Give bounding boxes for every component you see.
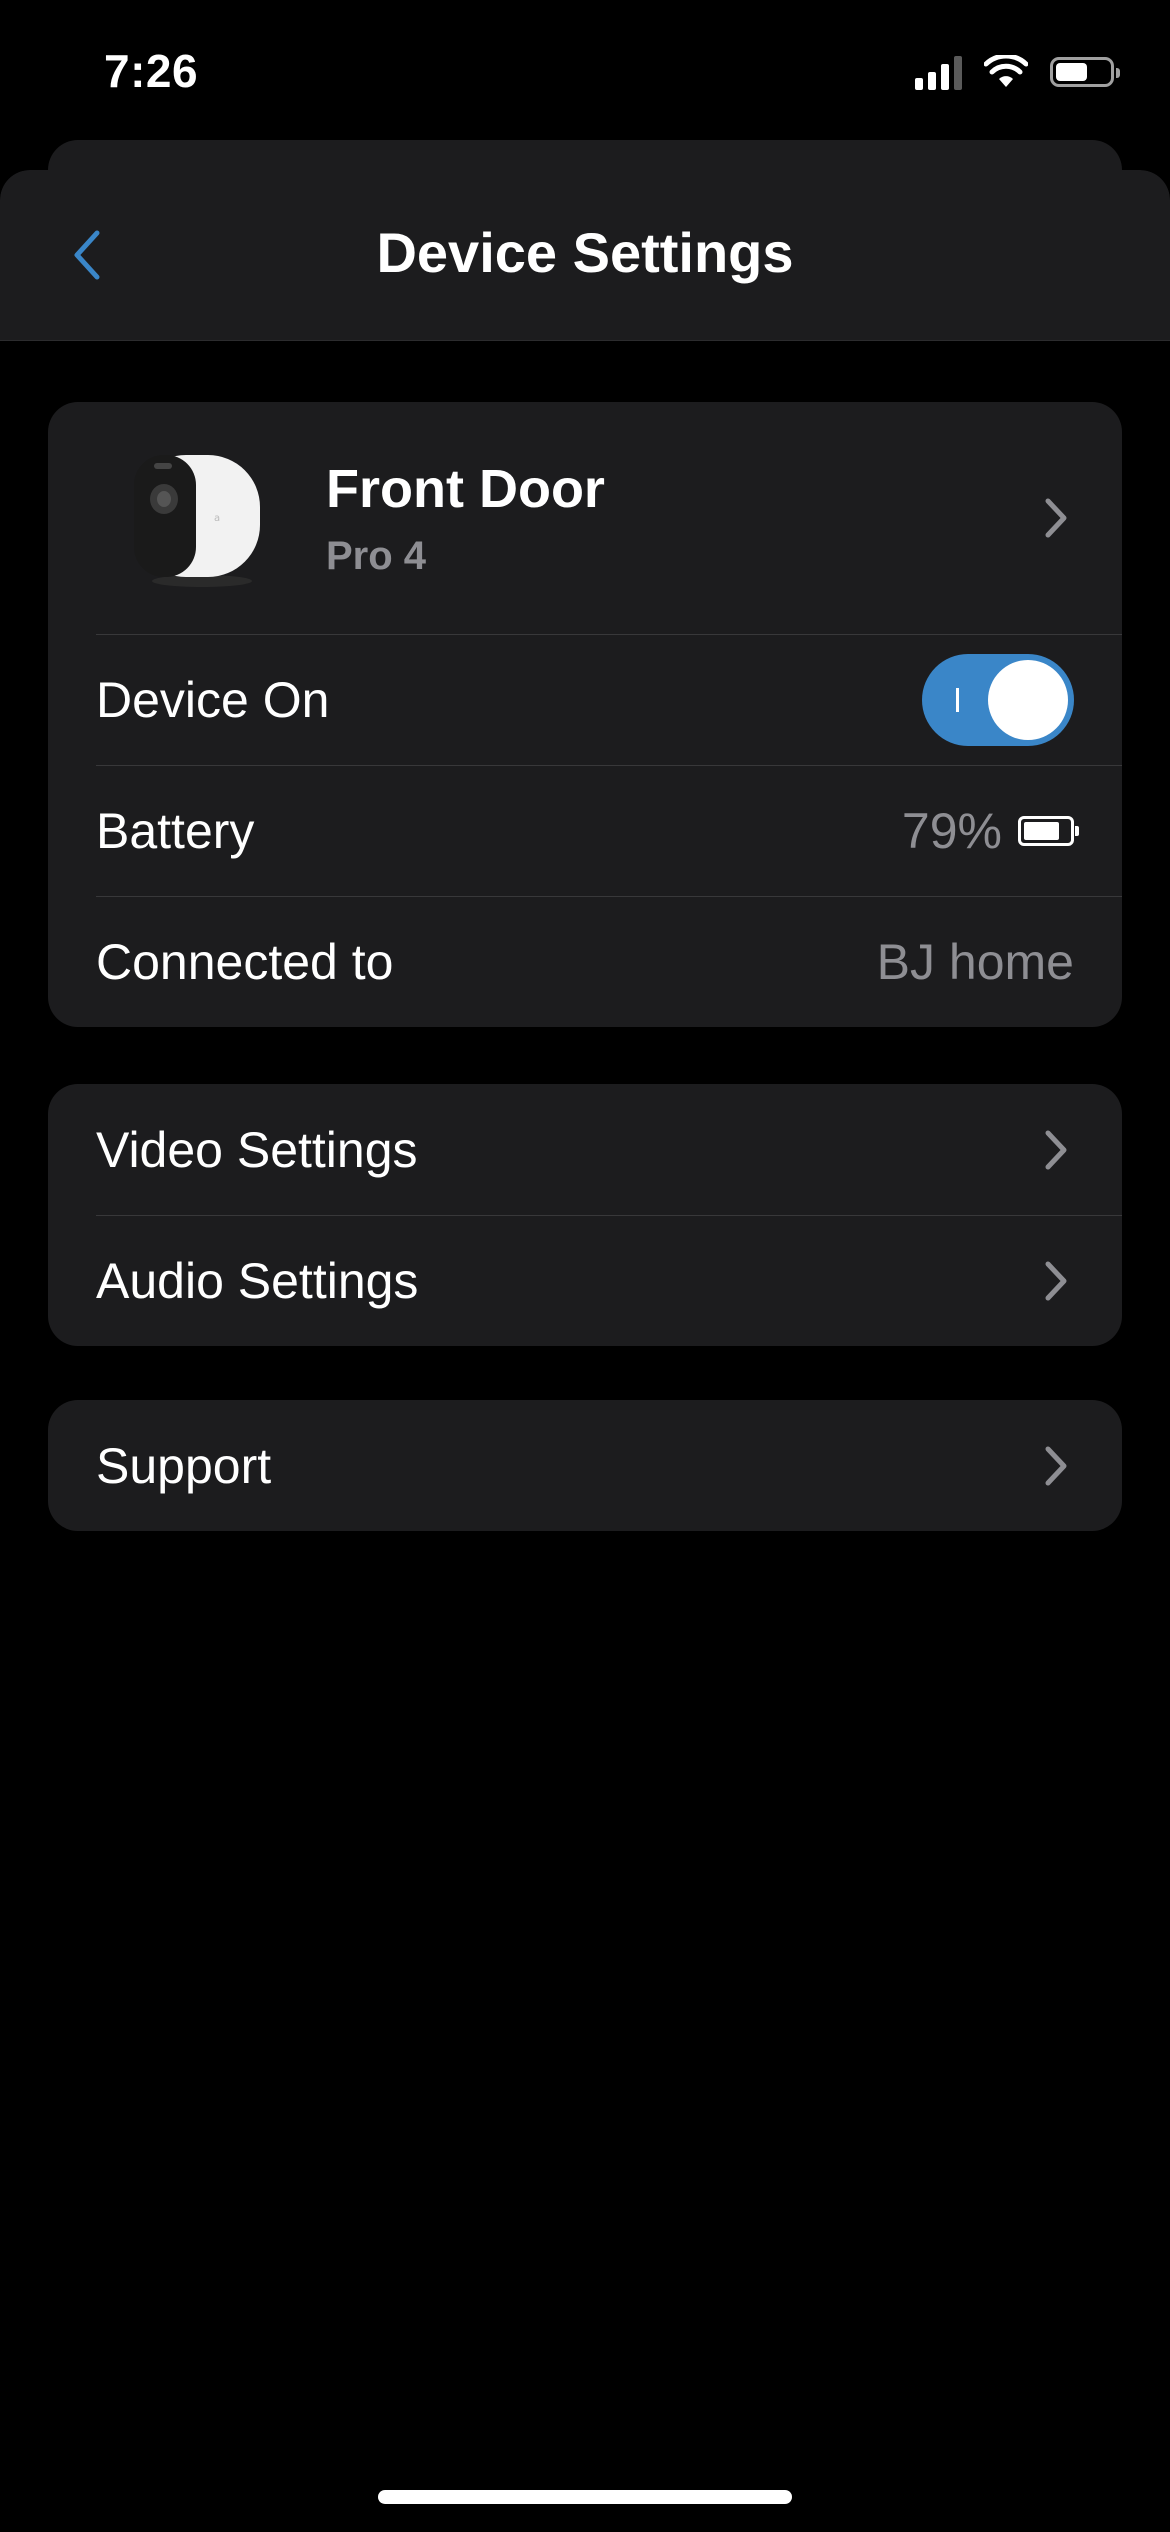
device-card: a Front Door Pro 4 Device On Battery 79%… xyxy=(48,402,1122,1027)
camera-icon: a xyxy=(134,455,260,587)
video-settings-label: Video Settings xyxy=(96,1121,418,1178)
battery-row: Battery 79% xyxy=(48,765,1122,896)
audio-settings-right xyxy=(1038,1256,1074,1306)
settings-card: Video Settings Audio Settings xyxy=(48,1084,1122,1346)
video-settings-row[interactable]: Video Settings xyxy=(48,1084,1122,1215)
status-bar: 7:26 xyxy=(0,0,1170,140)
battery-value: 79% xyxy=(901,802,1002,859)
connected-to-value: BJ home xyxy=(876,933,1074,990)
device-on-right xyxy=(922,653,1074,746)
device-header-row[interactable]: a Front Door Pro 4 xyxy=(48,402,1122,634)
battery-fill xyxy=(1024,821,1059,840)
status-time: 7:26 xyxy=(104,45,199,97)
status-battery-fill xyxy=(1056,63,1087,81)
connected-to-row: Connected to BJ home xyxy=(48,896,1122,1027)
battery-icon xyxy=(1018,815,1079,846)
device-name: Front Door xyxy=(326,458,605,519)
connected-to-label: Connected to xyxy=(96,933,394,990)
battery-label: Battery xyxy=(96,802,255,859)
chevron-right-icon xyxy=(1038,493,1074,543)
svg-text:a: a xyxy=(214,513,220,524)
video-settings-right xyxy=(1038,1125,1074,1175)
toggle-knob xyxy=(988,659,1068,740)
battery-right: 79% xyxy=(901,802,1079,860)
device-model: Pro 4 xyxy=(326,533,427,578)
support-row[interactable]: Support xyxy=(48,1400,1122,1531)
device-on-label: Device On xyxy=(96,671,330,728)
chevron-right-icon xyxy=(1038,1441,1074,1491)
wifi-icon xyxy=(984,55,1028,87)
toggle-on-mark xyxy=(956,687,959,712)
status-battery-icon xyxy=(1050,57,1120,87)
nav-bar: Device Settings xyxy=(0,170,1170,341)
connected-to-right: BJ home xyxy=(877,933,1074,991)
audio-settings-label: Audio Settings xyxy=(96,1252,419,1309)
page-title: Device Settings xyxy=(376,221,794,284)
chevron-right-icon xyxy=(1038,1256,1074,1306)
support-right xyxy=(1038,1441,1074,1491)
device-on-row: Device On xyxy=(48,634,1122,765)
signal-icon xyxy=(915,54,962,90)
support-label: Support xyxy=(96,1437,272,1494)
audio-settings-row[interactable]: Audio Settings xyxy=(48,1215,1122,1346)
device-on-toggle[interactable] xyxy=(922,653,1074,746)
home-indicator xyxy=(378,2490,792,2504)
chevron-right-icon xyxy=(1038,1125,1074,1175)
status-icons xyxy=(915,54,1120,90)
device-header-right xyxy=(1038,493,1074,543)
support-card: Support xyxy=(48,1400,1122,1531)
device-text: Front Door Pro 4 xyxy=(326,458,605,579)
device-settings-sheet: Device Settings a Front Door Pro 4 Devic… xyxy=(0,170,1170,2532)
